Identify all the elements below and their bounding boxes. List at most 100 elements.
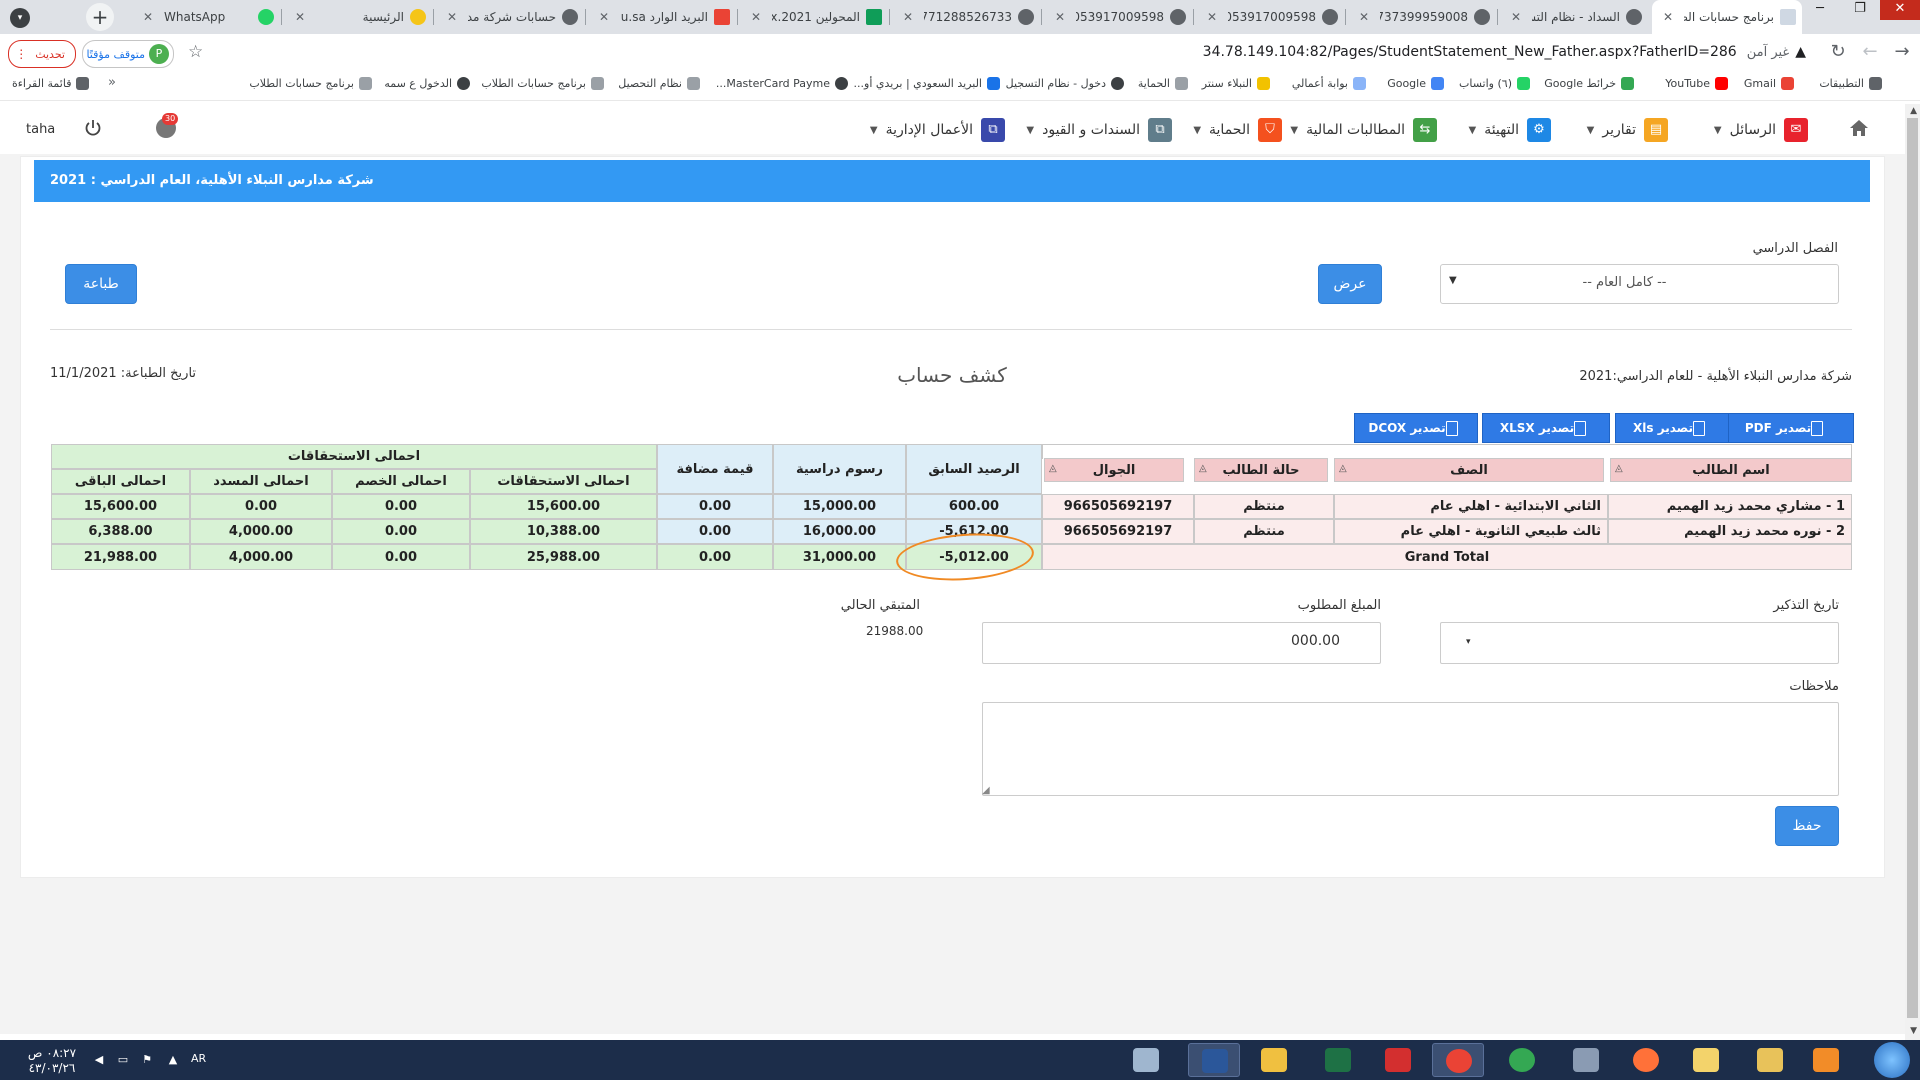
close-tab-icon[interactable]: ✕ [748, 10, 764, 24]
menu-admin[interactable]: ⧉ الأعمال الإدارية ▼ [870, 117, 1005, 143]
taskbar-acrobat[interactable] [1372, 1043, 1424, 1077]
taskbar-excel[interactable] [1312, 1043, 1364, 1077]
tab-number-4[interactable]: 63771288526733 ✕ [892, 0, 1040, 34]
close-tab-icon[interactable]: ✕ [1508, 10, 1524, 24]
window-close-icon[interactable]: ✕ [1880, 0, 1920, 20]
tab-whatsapp[interactable]: WhatsApp ✕ [132, 0, 280, 34]
volume-icon[interactable]: ◀ [92, 1053, 106, 1067]
export-xls-button[interactable]: تصدير Xls [1615, 413, 1729, 443]
tab-number-2[interactable]: 3053917009598 ✕ [1196, 0, 1344, 34]
menu-vouchers[interactable]: ⧉ السندات و القيود ▼ [1026, 117, 1172, 143]
semester-select[interactable]: -- كامل العام -- ▼ [1440, 264, 1839, 304]
resize-grip-icon[interactable]: ◢ [982, 785, 990, 796]
warning-icon[interactable]: ▲ [1795, 44, 1806, 60]
taskbar-chrome[interactable] [1432, 1043, 1484, 1077]
header-mobile[interactable]: ◬ الجوال [1044, 458, 1184, 482]
language-indicator[interactable]: AR [191, 1052, 206, 1065]
tab-number-1[interactable]: 34737399959008 ✕ [1348, 0, 1496, 34]
scroll-up-icon[interactable]: ▲ [1910, 106, 1917, 116]
bookmark-reading-list[interactable]: قائمة القراءة [12, 77, 90, 90]
close-tab-icon[interactable]: ✕ [1204, 10, 1220, 24]
user-name[interactable]: taha [26, 122, 55, 137]
reminder-date-input[interactable]: ▾ [1440, 622, 1839, 664]
reload-icon[interactable]: ↻ [1828, 42, 1848, 62]
export-pdf-button[interactable]: تصدير PDF [1720, 413, 1854, 443]
tab-company-accounts[interactable]: حسابات شركة مدارس ✕ [436, 0, 584, 34]
export-docx-button[interactable]: تصدير DCOX [1354, 413, 1478, 443]
more-bookmarks-icon[interactable]: » [108, 75, 116, 90]
bookmark-whatsapp[interactable]: (٦) واتساب [1459, 77, 1530, 90]
back-icon[interactable]: → [1892, 42, 1912, 62]
close-tab-icon[interactable]: ✕ [1660, 10, 1676, 24]
taskbar-mail[interactable] [1680, 1043, 1732, 1077]
menu-financial-claims[interactable]: ⇆ المطالبات المالية ▼ [1290, 117, 1437, 143]
menu-protection[interactable]: ⛉ الحماية ▼ [1193, 117, 1282, 143]
tab-student-accounts[interactable]: برنامج حسابات الطلا ✕ [1652, 0, 1802, 34]
tab-mail[interactable]: البريد الوارد edu.sa ✕ [588, 0, 736, 34]
header-grade[interactable]: ◬ الصف [1334, 458, 1604, 482]
menu-messages[interactable]: ✉ الرسائل ▼ [1714, 117, 1808, 143]
bookmark-youtube[interactable]: YouTube [1665, 77, 1728, 90]
clock[interactable]: ٠٨:٢٧ ص ٤٣/٠٣/٢٦ [22, 1046, 82, 1076]
bookmark-gmail[interactable]: Gmail [1744, 77, 1794, 90]
menu-setup[interactable]: ⚙ التهيئة ▼ [1469, 117, 1551, 143]
notes-textarea[interactable] [982, 702, 1839, 796]
required-amount-input[interactable]: 000.00 [982, 622, 1381, 664]
export-xlsx-button[interactable]: تصدير XLSX [1482, 413, 1610, 443]
new-tab-button[interactable]: + [86, 3, 114, 31]
close-tab-icon[interactable]: ✕ [596, 10, 612, 24]
taskbar-word[interactable] [1188, 1043, 1240, 1077]
close-tab-icon[interactable]: ✕ [900, 10, 916, 24]
profile-button[interactable]: P متوقف مؤقتًا [82, 40, 174, 68]
bookmark-accounts[interactable]: برنامج حسابات الطلاب [481, 77, 604, 90]
tab-search-icon[interactable]: ▾ [10, 8, 30, 28]
close-tab-icon[interactable]: ✕ [292, 10, 308, 24]
bookmark-login[interactable]: دخول - نظام التسجيل [1006, 77, 1124, 90]
tab-number-3[interactable]: 3053917009598 ✕ [1044, 0, 1192, 34]
menu-reports[interactable]: ▤ تقارير ▼ [1587, 117, 1668, 143]
tab-home[interactable]: الرئيسية ✕ [284, 0, 432, 34]
home-icon[interactable] [1848, 118, 1870, 138]
bookmark-sama[interactable]: الدخول ع سمه [384, 77, 470, 90]
scroll-down-icon[interactable]: ▼ [1910, 1026, 1917, 1036]
bookmark-post[interactable]: البريد السعودي | بريدي أو... [854, 77, 1000, 90]
taskbar-tool[interactable] [1120, 1043, 1172, 1077]
close-tab-icon[interactable]: ✕ [140, 10, 156, 24]
minimize-icon[interactable]: ─ [1800, 0, 1840, 20]
taskbar-app-plane[interactable] [1560, 1043, 1612, 1077]
flag-icon[interactable]: ⚑ [140, 1053, 154, 1067]
header-status[interactable]: ◬ حالة الطالب [1194, 458, 1328, 482]
taskbar-files[interactable] [1248, 1043, 1300, 1077]
bookmark-accounts-2[interactable]: برنامج حسابات الطلاب [249, 77, 372, 90]
taskbar-explorer[interactable] [1744, 1043, 1796, 1077]
save-button[interactable]: حفظ [1775, 806, 1839, 846]
power-icon[interactable] [84, 119, 102, 137]
tray-expand-icon[interactable]: ▲ [166, 1053, 180, 1067]
close-tab-icon[interactable]: ✕ [1356, 10, 1372, 24]
bookmark-apps[interactable]: التطبيقات [1819, 77, 1882, 90]
taskbar-firefox[interactable] [1620, 1043, 1672, 1077]
close-tab-icon[interactable]: ✕ [444, 10, 460, 24]
scrollbar-thumb[interactable] [1907, 118, 1918, 1018]
tab-payment-system[interactable]: السداد - نظام التسجيل ✕ [1500, 0, 1648, 34]
taskbar-media-player[interactable] [1800, 1043, 1852, 1077]
tab-sheet[interactable]: المحولين 2021.xlsx ✕ [740, 0, 888, 34]
bookmark-mastercard[interactable]: MasterCard Payme... [716, 77, 848, 90]
taskbar-chrome-2[interactable] [1496, 1043, 1548, 1077]
print-button[interactable]: طباعة [65, 264, 137, 304]
header-student[interactable]: ◬ اسم الطالب [1610, 458, 1852, 482]
bookmark-nobala[interactable]: النبلاء سنتر [1202, 77, 1270, 90]
view-button[interactable]: عرض [1318, 264, 1382, 304]
network-icon[interactable]: ▭ [116, 1053, 130, 1067]
close-tab-icon[interactable]: ✕ [1052, 10, 1068, 24]
bookmark-google[interactable]: Google [1387, 77, 1444, 90]
bookmark-star-icon[interactable]: ☆ [188, 42, 203, 62]
bookmark-maps[interactable]: خرائط Google [1544, 77, 1634, 90]
restore-icon[interactable]: ❐ [1840, 0, 1880, 20]
bookmark-collection[interactable]: نظام التحصيل [618, 77, 700, 90]
update-button[interactable]: تحديث ⋮ [8, 40, 76, 68]
bookmark-protection[interactable]: الحماية [1138, 77, 1188, 90]
url-field[interactable]: ▲ غير آمن 34.78.149.104:82/Pages/Student… [736, 38, 1816, 66]
start-button[interactable] [1874, 1042, 1910, 1078]
forward-icon[interactable]: ← [1860, 42, 1880, 62]
